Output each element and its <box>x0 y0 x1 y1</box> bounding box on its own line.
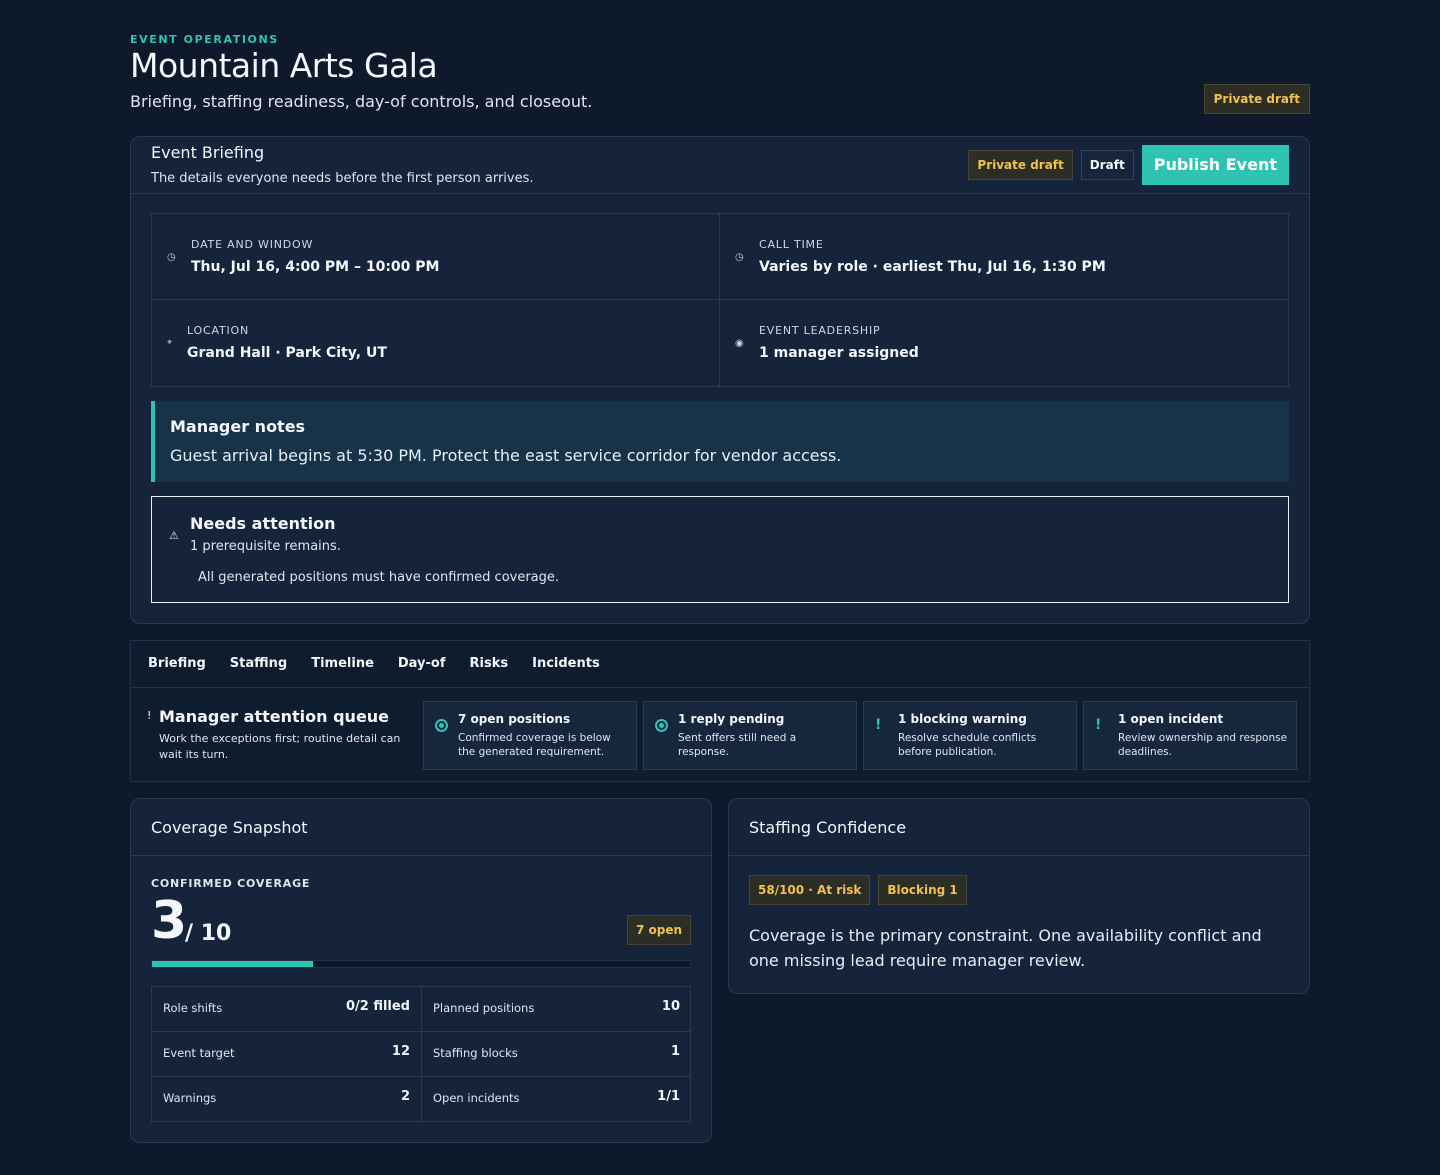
detail-date-window: ◷ DATE AND WINDOW Thu, Jul 16, 4:00 PM –… <box>152 214 720 300</box>
stat-staffing-blocks: Staffing blocks 1 <box>422 1032 691 1077</box>
exclamation-icon: ! <box>147 709 152 722</box>
radio-dot-icon <box>435 719 448 732</box>
briefing-header: Event Briefing The details everyone need… <box>131 137 1309 194</box>
confidence-header: Staffing Confidence <box>729 799 1309 856</box>
queue-card-title: 1 open incident <box>1118 712 1224 726</box>
page-subtitle: Briefing, staffing readiness, day-of con… <box>130 92 593 111</box>
coverage-snapshot-panel: Coverage Snapshot CONFIRMED COVERAGE 3 /… <box>130 798 712 1143</box>
exclamation-icon: ! <box>1095 717 1102 733</box>
briefing-subtitle: The details everyone needs before the fi… <box>151 171 534 186</box>
stat-value: 0/2 filled <box>345 999 410 1014</box>
tab-bar: Briefing Staffing Timeline Day-of Risks … <box>131 641 1309 688</box>
queue-card-text: Sent offers still need a response. <box>678 732 797 758</box>
stat-value: 1 <box>670 1044 680 1059</box>
queue-card-title: 7 open positions <box>458 712 571 726</box>
tab-incidents[interactable]: Incidents <box>532 641 600 687</box>
queue-card-text: Resolve schedule conflicts before public… <box>898 732 1037 758</box>
detail-label: LOCATION <box>187 324 249 337</box>
notes-text: Guest arrival begins at 5:30 PM. Protect… <box>170 446 842 465</box>
stat-value: 1/1 <box>657 1089 680 1104</box>
confidence-summary: Coverage is the primary constraint. One … <box>749 926 1262 970</box>
queue-description: Work the exceptions first; routine detai… <box>159 732 401 761</box>
queue-card-open-positions[interactable]: 7 open positions Confirmed coverage is b… <box>423 701 637 770</box>
queue-card-open-incident[interactable]: ! 1 open incident Review ownership and r… <box>1083 701 1297 770</box>
person-icon: ◉ <box>735 338 744 349</box>
stat-open-incidents: Open incidents 1/1 <box>422 1077 691 1121</box>
clock-icon: ◷ <box>735 252 744 263</box>
visibility-badge: Private draft <box>968 150 1073 180</box>
queue-card-title: 1 blocking warning <box>898 712 1027 726</box>
confidence-score-badge: 58/100 · At risk <box>749 875 871 905</box>
queue-card-title: 1 reply pending <box>678 712 785 726</box>
stat-label: Staffing blocks <box>433 1046 518 1060</box>
detail-value: Varies by role · earliest Thu, Jul 16, 1… <box>759 259 1106 275</box>
stat-label: Event target <box>163 1046 235 1060</box>
coverage-progress-bar <box>151 960 691 968</box>
confidence-title: Staffing Confidence <box>749 818 907 837</box>
briefing-actions: Private draft Draft Publish Event <box>968 145 1289 185</box>
open-count-badge: 7 open <box>626 915 691 945</box>
draft-badge: Draft <box>1080 150 1134 180</box>
queue-card-text: Confirmed coverage is below the generate… <box>458 732 611 758</box>
coverage-stats-grid: Role shifts 0/2 filled Planned positions… <box>151 986 691 1122</box>
tab-staffing[interactable]: Staffing <box>230 641 287 687</box>
publish-event-button[interactable]: Publish Event <box>1141 145 1289 185</box>
event-briefing-panel: Event Briefing The details everyone need… <box>130 136 1310 624</box>
total-count: / 10 <box>185 921 232 946</box>
tab-timeline[interactable]: Timeline <box>311 641 374 687</box>
queue-card-text: Review ownership and response deadlines. <box>1118 732 1288 758</box>
detail-label: DATE AND WINDOW <box>191 238 314 251</box>
attention-summary: 1 prerequisite remains. <box>190 539 341 554</box>
warning-icon: ⚠ <box>169 529 179 542</box>
needs-attention-callout: ⚠ Needs attention 1 prerequisite remains… <box>151 496 1289 603</box>
radio-dot-icon <box>655 719 668 732</box>
exclamation-icon: ! <box>875 717 882 733</box>
confidence-badges: 58/100 · At risk Blocking 1 <box>749 875 967 905</box>
stat-label: Open incidents <box>433 1091 520 1105</box>
briefing-title: Event Briefing <box>151 143 265 162</box>
page-title: Mountain Arts Gala <box>130 46 438 85</box>
detail-label: CALL TIME <box>759 238 824 251</box>
stat-label: Planned positions <box>433 1001 535 1015</box>
detail-label: EVENT LEADERSHIP <box>759 324 881 337</box>
queue-card-blocking-warning[interactable]: ! 1 blocking warning Resolve schedule co… <box>863 701 1077 770</box>
attention-title: Needs attention <box>190 514 336 533</box>
coverage-header: Coverage Snapshot <box>131 799 711 856</box>
stat-label: Warnings <box>163 1091 217 1105</box>
confirmed-count: 3 <box>151 891 188 951</box>
stat-role-shifts: Role shifts 0/2 filled <box>152 987 422 1032</box>
clock-icon: ◷ <box>167 252 176 263</box>
staffing-confidence-panel: Staffing Confidence 58/100 · At risk Blo… <box>728 798 1310 994</box>
detail-value: Grand Hall · Park City, UT <box>187 345 387 361</box>
queue-title: Manager attention queue <box>159 707 390 726</box>
tab-day-of[interactable]: Day-of <box>398 641 446 687</box>
manager-notes: Manager notes Guest arrival begins at 5:… <box>151 401 1289 482</box>
event-details-grid: ◷ DATE AND WINDOW Thu, Jul 16, 4:00 PM –… <box>151 213 1289 387</box>
operations-tabs-section: Briefing Staffing Timeline Day-of Risks … <box>130 640 1310 782</box>
stat-label: Role shifts <box>163 1001 223 1015</box>
stat-planned-positions: Planned positions 10 <box>422 987 691 1032</box>
attention-item: All generated positions must have confir… <box>198 570 560 585</box>
stat-warnings: Warnings 2 <box>152 1077 422 1121</box>
detail-leadership: ◉ EVENT LEADERSHIP 1 manager assigned <box>720 300 1289 386</box>
coverage-progress-fill <box>152 961 314 967</box>
stat-value: 12 <box>391 1044 410 1059</box>
blocking-badge: Blocking 1 <box>878 875 967 905</box>
detail-value: 1 manager assigned <box>759 345 919 361</box>
section-eyebrow: EVENT OPERATIONS <box>130 33 279 46</box>
queue-card-reply-pending[interactable]: 1 reply pending Sent offers still need a… <box>643 701 857 770</box>
location-pin-icon: ⌖ <box>167 338 173 348</box>
coverage-title: Coverage Snapshot <box>151 818 308 837</box>
notes-title: Manager notes <box>170 417 306 436</box>
status-badge: Private draft <box>1203 84 1310 114</box>
detail-location: ⌖ LOCATION Grand Hall · Park City, UT <box>152 300 720 386</box>
stat-event-target: Event target 12 <box>152 1032 422 1077</box>
coverage-label: CONFIRMED COVERAGE <box>151 877 311 890</box>
tab-briefing[interactable]: Briefing <box>148 641 206 687</box>
detail-call-time: ◷ CALL TIME Varies by role · earliest Th… <box>720 214 1289 300</box>
stat-value: 2 <box>400 1089 410 1104</box>
tab-risks[interactable]: Risks <box>470 641 509 687</box>
detail-value: Thu, Jul 16, 4:00 PM – 10:00 PM <box>191 259 440 275</box>
stat-value: 10 <box>661 999 680 1014</box>
